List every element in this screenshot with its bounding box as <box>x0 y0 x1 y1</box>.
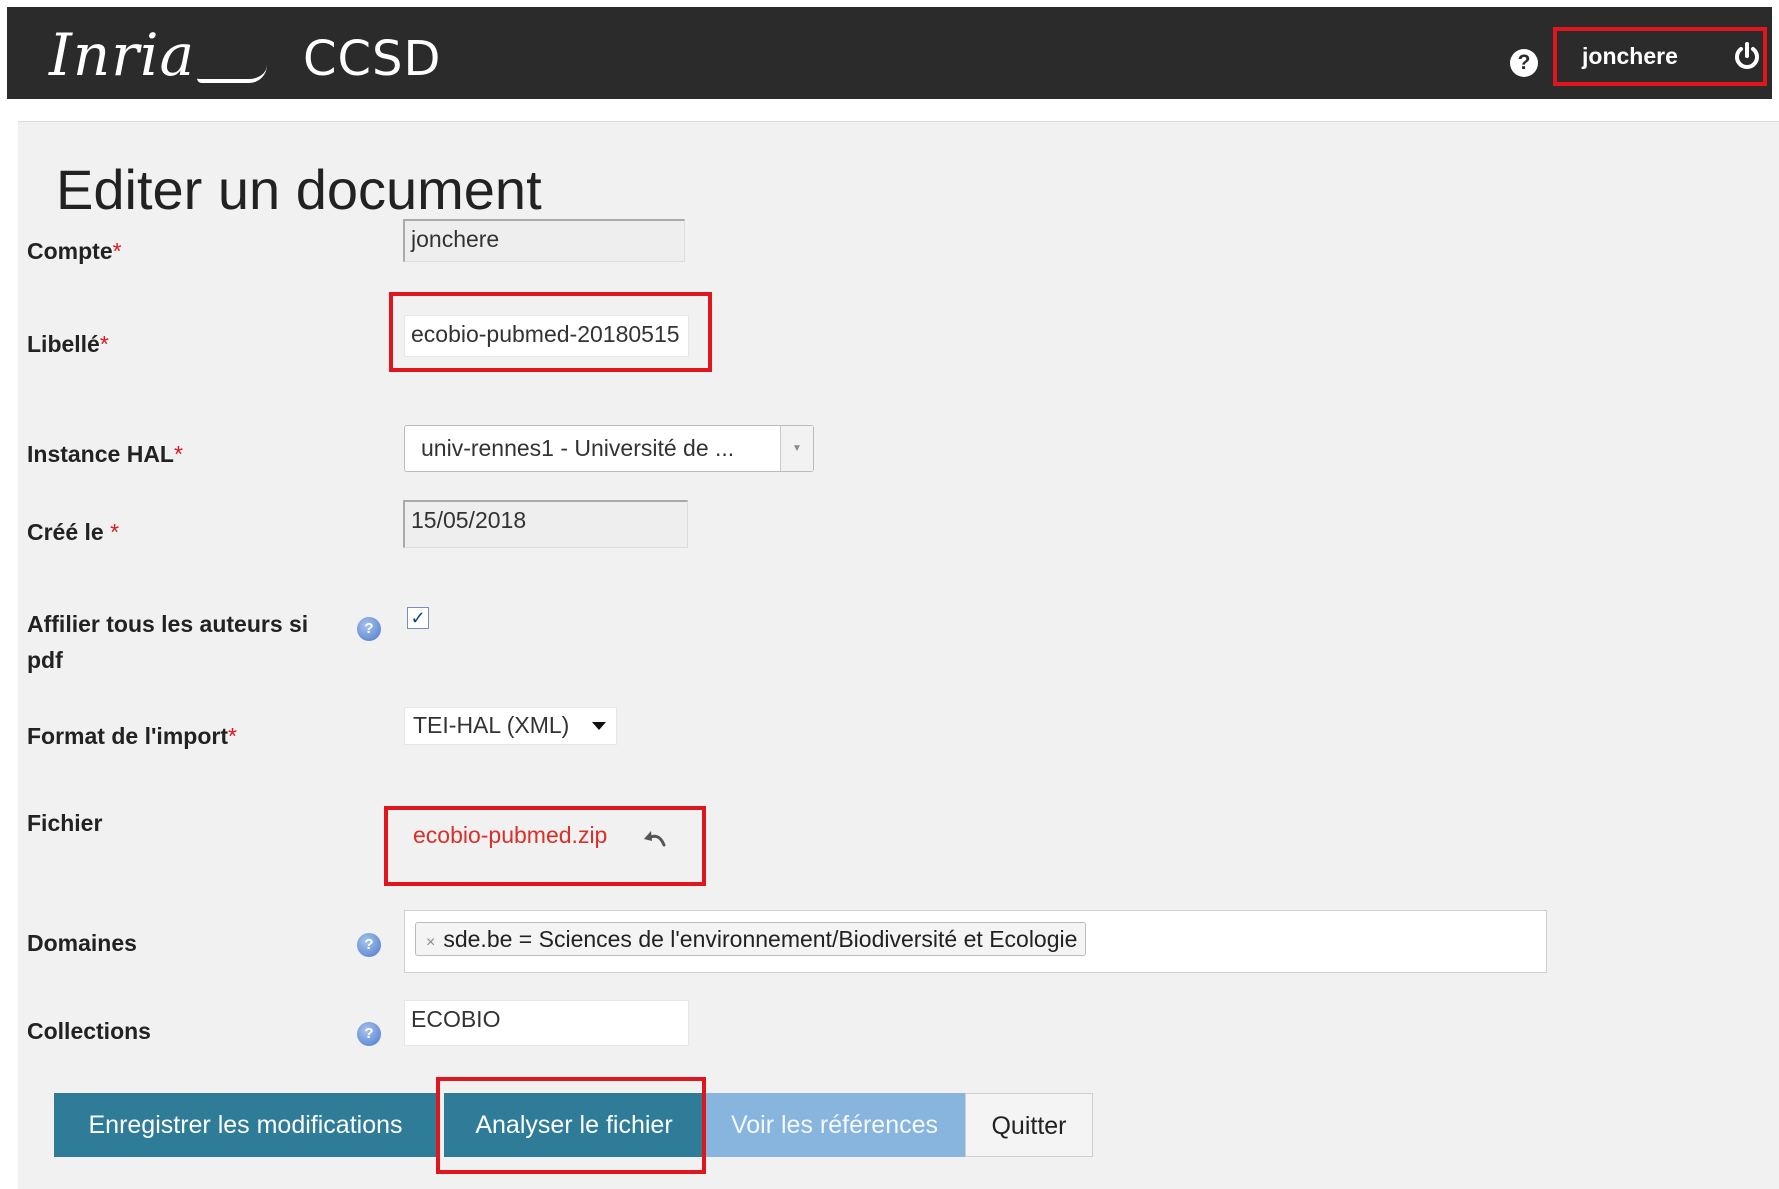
caret-down-icon <box>592 722 606 730</box>
view-references-button[interactable]: Voir les références <box>704 1093 965 1157</box>
instance-select[interactable]: univ-rennes1 - Université de ... ▼ <box>404 425 814 472</box>
inria-logo-swoosh <box>197 65 267 83</box>
help-icon[interactable]: ? <box>357 617 381 641</box>
help-icon[interactable]: ? <box>357 1022 381 1046</box>
domain-tag: × sde.be = Sciences de l'environnement/Bi… <box>415 922 1087 956</box>
cree-le-label: Créé le * <box>27 514 119 550</box>
affilier-label-line1: Affilier tous les auteurs si <box>27 611 309 637</box>
required-marker: * <box>110 519 120 545</box>
libelle-label-text: Libellé <box>27 331 100 357</box>
remove-tag-icon[interactable]: × <box>426 934 435 951</box>
file-link[interactable]: ecobio-pubmed.zip <box>413 822 607 849</box>
affilier-label: Affilier tous les auteurs si pdf <box>27 606 308 678</box>
collections-input[interactable]: ECOBIO <box>404 1000 689 1046</box>
compte-label-text: Compte <box>27 238 113 264</box>
page-title: Editer un document <box>56 158 542 221</box>
format-select[interactable]: TEI-HAL (XML) <box>404 707 617 745</box>
fichier-label: Fichier <box>27 810 103 836</box>
username-link[interactable]: jonchere <box>1582 43 1678 70</box>
compte-label: Compte* <box>27 233 122 269</box>
instance-select-value: univ-rennes1 - Université de ... <box>421 435 735 461</box>
compte-field: jonchere <box>403 219 685 262</box>
format-label-text: Format de l'import <box>27 723 228 749</box>
user-menu: jonchere <box>1553 27 1767 86</box>
format-select-value: TEI-HAL (XML) <box>413 712 570 738</box>
cree-le-field: 15/05/2018 <box>403 500 688 548</box>
question-circle-icon[interactable]: ? <box>1510 49 1538 77</box>
inria-logo: Inria <box>49 21 196 89</box>
help-icon[interactable]: ? <box>357 933 381 957</box>
collections-label: Collections <box>27 1018 151 1044</box>
required-marker: * <box>99 331 109 357</box>
required-marker: * <box>173 441 183 467</box>
required-marker: * <box>112 238 122 264</box>
required-marker: * <box>227 723 237 749</box>
libelle-input[interactable]: ecobio-pubmed-20180515 <box>404 315 689 357</box>
save-button[interactable]: Enregistrer les modifications <box>54 1093 437 1157</box>
affilier-label-line2: pdf <box>27 647 63 673</box>
domaines-label: Domaines <box>27 930 137 956</box>
libelle-label: Libellé* <box>27 326 109 362</box>
top-navbar: Inria CCSD ? <box>7 7 1772 99</box>
domain-tag-label: sde.be = Sciences de l'environnement/Bio… <box>443 926 1078 952</box>
ccsd-logo: CCSD <box>303 31 442 87</box>
power-icon[interactable] <box>1733 42 1761 72</box>
instance-label-text: Instance HAL <box>27 441 174 467</box>
chevron-down-icon[interactable]: ▼ <box>780 426 813 471</box>
undo-icon[interactable] <box>640 825 668 849</box>
analyse-highlight <box>436 1077 706 1174</box>
affilier-checkbox[interactable]: ✓ <box>407 607 429 629</box>
quit-button[interactable]: Quitter <box>965 1093 1093 1157</box>
instance-label: Instance HAL* <box>27 436 183 472</box>
cree-le-label-text: Créé le <box>27 519 111 545</box>
domaines-input[interactable]: × sde.be = Sciences de l'environnement/Bi… <box>404 910 1547 973</box>
format-label: Format de l'import* <box>27 718 237 754</box>
